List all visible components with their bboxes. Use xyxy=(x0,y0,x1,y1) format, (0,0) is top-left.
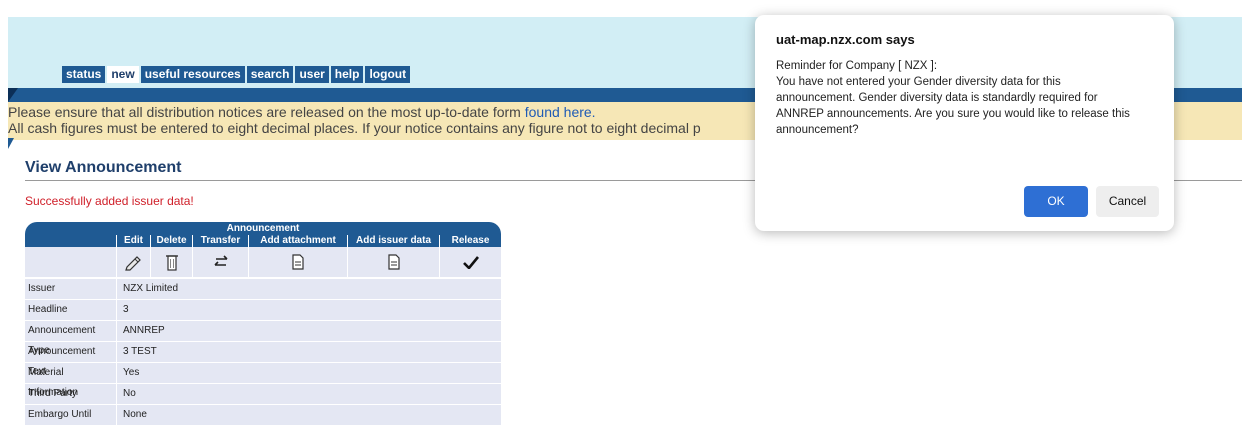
menu-user[interactable]: user xyxy=(295,66,329,83)
menu-useful-resources[interactable]: useful resources xyxy=(140,66,245,83)
pencil-icon xyxy=(124,256,141,271)
action-header-row: Edit Delete Transfer Add attachment Add … xyxy=(25,235,501,247)
edit-button[interactable] xyxy=(116,247,150,277)
menu-status[interactable]: status xyxy=(62,66,106,83)
checkmark-icon xyxy=(462,256,479,269)
header-release: Release xyxy=(439,235,501,247)
main-menu: status new useful resources search user … xyxy=(62,66,411,83)
add-attachment-button[interactable] xyxy=(248,247,347,277)
header-edit: Edit xyxy=(116,235,150,247)
document-icon xyxy=(292,254,304,270)
header-add-issuer-data: Add issuer data xyxy=(347,235,439,247)
cancel-button[interactable]: Cancel xyxy=(1096,186,1159,217)
action-icon-row xyxy=(25,247,501,278)
transfer-icon xyxy=(213,255,228,266)
dialog-message: Reminder for Company [ NZX ]: You have n… xyxy=(776,60,1130,136)
document-icon xyxy=(387,254,400,270)
confirm-dialog: uat-map.nzx.com says Reminder for Compan… xyxy=(755,15,1174,231)
table-row: Material Information Yes xyxy=(25,362,501,398)
announcement-table-title: Announcement xyxy=(25,222,501,235)
table-row: Third Party No xyxy=(25,383,501,404)
ok-button[interactable]: OK xyxy=(1024,186,1088,217)
header-blank xyxy=(25,235,116,247)
trash-icon xyxy=(165,255,178,271)
page-title: View Announcement xyxy=(25,159,182,176)
menu-search[interactable]: search xyxy=(246,66,294,83)
header-add-attachment: Add attachment xyxy=(248,235,347,247)
success-message: Successfully added issuer data! xyxy=(25,194,194,208)
table-row: Headline 3 xyxy=(25,299,501,320)
menu-logout[interactable]: logout xyxy=(365,66,411,83)
table-row: Issuer NZX Limited xyxy=(25,278,501,299)
menu-help[interactable]: help xyxy=(330,66,364,83)
notice-notch xyxy=(8,138,14,149)
announcement-table: Announcement Edit Delete Transfer Add at… xyxy=(25,222,501,425)
table-row: Announcement Type ANNREP xyxy=(25,320,501,356)
table-row: Embargo Until None xyxy=(25,404,501,425)
delete-button[interactable] xyxy=(150,247,192,277)
found-here-link[interactable]: found here. xyxy=(525,104,596,120)
dialog-title: uat-map.nzx.com says xyxy=(776,32,915,47)
menu-new[interactable]: new xyxy=(107,66,139,83)
transfer-button[interactable] xyxy=(192,247,248,277)
header-delete: Delete xyxy=(150,235,192,247)
table-row: Announcement Text 3 TEST xyxy=(25,341,501,377)
icon-blank xyxy=(25,247,116,277)
release-button[interactable] xyxy=(439,247,501,277)
add-issuer-data-button[interactable] xyxy=(347,247,439,277)
header-transfer: Transfer xyxy=(192,235,248,247)
